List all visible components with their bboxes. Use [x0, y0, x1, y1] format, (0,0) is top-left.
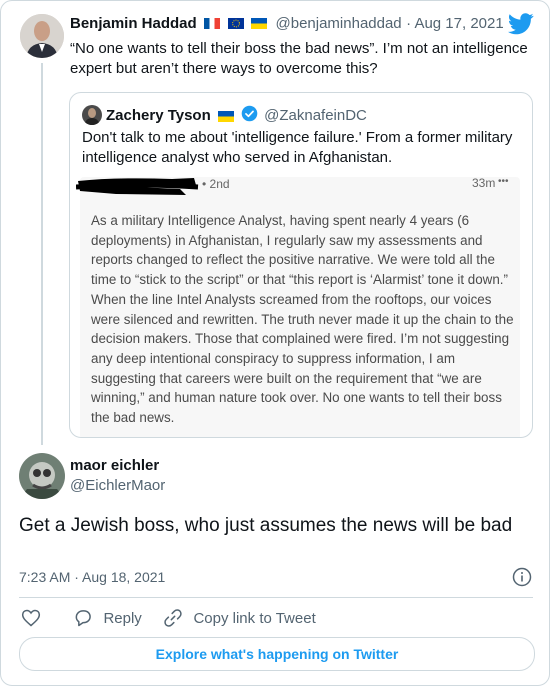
heart-icon[interactable] — [21, 608, 41, 628]
info-icon[interactable] — [512, 567, 532, 587]
verified-badge-icon — [241, 105, 258, 127]
reply-label: Reply — [103, 609, 142, 627]
explore-twitter-button[interactable]: Explore what's happening on Twitter — [19, 637, 535, 671]
tweet-card: Benjamin Haddad @benjaminhaddad · Aug 17… — [0, 0, 550, 686]
maor-avatar[interactable] — [19, 453, 65, 499]
twitter-bird-icon[interactable] — [508, 13, 534, 35]
redacted-name-scribble — [75, 175, 200, 197]
reply-button[interactable]: Reply — [73, 608, 142, 628]
author-name[interactable]: Benjamin Haddad — [70, 15, 197, 32]
tweet-date[interactable]: · Aug 17, 2021 — [406, 15, 504, 32]
quoted-author-handle[interactable]: @ZaknafeinDC — [264, 107, 367, 124]
connection-degree: • 2nd — [202, 177, 230, 191]
reply-tweet-text: Get a Jewish boss, who just assumes the … — [19, 515, 513, 536]
post-body-text: As a military Intelligence Analyst, havi… — [91, 213, 514, 426]
copy-link-button[interactable]: Copy link to Tweet — [163, 608, 316, 628]
main-tweet-text: “No one wants to tell their boss the bad… — [70, 40, 528, 77]
zachery-avatar[interactable] — [82, 105, 102, 125]
link-icon — [163, 608, 183, 628]
thread-line — [41, 63, 43, 445]
flag-ukraine-icon — [218, 110, 235, 122]
flag-eu-icon — [227, 18, 244, 30]
divider — [19, 597, 533, 598]
reply-icon — [73, 608, 93, 628]
quoted-tweet-header: Zachery Tyson @ZaknafeinDC — [106, 105, 367, 127]
post-time: 33m — [472, 176, 496, 190]
reply-author-handle[interactable]: @EichlerMaor — [70, 477, 165, 494]
quoted-tweet-text: Don't talk to me about 'intelligence fai… — [82, 129, 513, 166]
copy-link-label: Copy link to Tweet — [193, 609, 316, 627]
benjamin-avatar[interactable] — [20, 14, 64, 58]
quoted-author-name[interactable]: Zachery Tyson — [106, 107, 211, 124]
author-handle[interactable]: @benjaminhaddad — [276, 15, 402, 32]
reply-timestamp[interactable]: 7:23 AM · Aug 18, 2021 — [19, 569, 165, 585]
flag-ukraine-icon — [251, 18, 268, 30]
embedded-post-image[interactable]: • 2nd 33m ••• As a military Intelligence… — [75, 176, 520, 437]
reply-author-name[interactable]: maor eichler — [70, 457, 159, 474]
more-options-icon[interactable]: ••• — [498, 176, 509, 187]
flag-france-icon — [204, 18, 221, 30]
main-tweet-header: Benjamin Haddad @benjaminhaddad · Aug 17… — [70, 15, 504, 33]
quoted-tweet[interactable]: Zachery Tyson @ZaknafeinDC Don't talk to… — [69, 92, 533, 438]
